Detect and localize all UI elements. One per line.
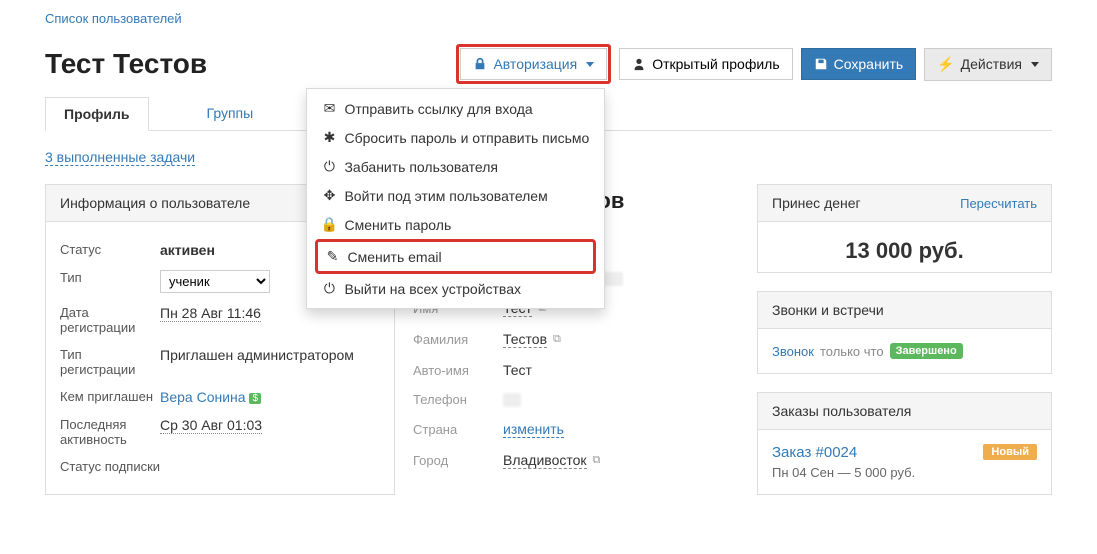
menu-ban-user[interactable]: ⏻ Забанить пользователя xyxy=(307,152,604,181)
header-actions: Авторизация Открытый профиль Сохранить ⚡… xyxy=(456,44,1052,84)
save-button-label: Сохранить xyxy=(834,56,904,72)
open-profile-button[interactable]: Открытый профиль xyxy=(619,48,792,80)
envelope-icon: ✉ xyxy=(322,100,336,117)
lock-icon: 🔒 xyxy=(322,216,336,233)
menu-change-password[interactable]: 🔒 Сменить пароль xyxy=(307,210,604,239)
label-phone: Телефон xyxy=(413,392,503,407)
invited-by-link[interactable]: Вера Сонина xyxy=(160,389,246,405)
new-badge: Новый xyxy=(983,444,1037,460)
edit-icon: ✎ xyxy=(325,248,339,265)
power-icon: ⏻ xyxy=(322,280,336,297)
chevron-down-icon xyxy=(586,62,594,67)
calls-header: Звонки и встречи xyxy=(758,292,1051,329)
auth-button-label: Авторизация xyxy=(493,56,577,72)
menu-logout-all[interactable]: ⏻ Выйти на всех устройствах xyxy=(307,274,604,303)
label-invited-by: Кем приглашен xyxy=(60,389,160,405)
status-badge: Завершено xyxy=(890,343,963,359)
auth-dropdown-button[interactable]: Авторизация xyxy=(460,48,607,80)
order-detail: Пн 04 Сен — 5 000 руб. xyxy=(772,465,915,480)
menu-label: Сменить email xyxy=(347,249,441,265)
label-status: Статус xyxy=(60,242,160,258)
money-badge-icon: $ xyxy=(249,393,261,404)
label-type: Тип xyxy=(60,270,160,293)
auth-dropdown-menu: ✉ Отправить ссылку для входа ✱ Сбросить … xyxy=(306,88,605,309)
menu-label: Войти под этим пользователем xyxy=(344,188,547,204)
menu-label: Выйти на всех устройствах xyxy=(344,281,521,297)
chevron-down-icon xyxy=(1031,62,1039,67)
menu-label: Отправить ссылку для входа xyxy=(344,101,532,117)
change-country-link[interactable]: изменить xyxy=(503,421,564,438)
actions-dropdown-button[interactable]: ⚡ Действия xyxy=(924,48,1052,81)
tab-profile[interactable]: Профиль xyxy=(45,97,149,131)
menu-label: Сменить пароль xyxy=(344,217,451,233)
value-last-name[interactable]: Тестов xyxy=(503,331,547,348)
users-list-link[interactable]: Список пользователей xyxy=(45,11,182,26)
label-last-name: Фамилия xyxy=(413,332,503,347)
menu-send-login-link[interactable]: ✉ Отправить ссылку для входа xyxy=(307,94,604,123)
lock-icon xyxy=(473,57,487,71)
value-reg-date: Пн 28 Авг 11:46 xyxy=(160,305,261,322)
value-city[interactable]: Владивосток xyxy=(503,452,587,469)
highlight-auth-button: Авторизация xyxy=(456,44,611,84)
label-reg-date: Дата регистрации xyxy=(60,305,160,335)
completed-tasks-link[interactable]: 3 выполненные задачи xyxy=(45,149,195,166)
label-sub-status: Статус подписки xyxy=(60,459,380,474)
recalculate-link[interactable]: Пересчитать xyxy=(960,196,1037,211)
copy-icon[interactable]: ⧉ xyxy=(593,454,601,467)
order-link[interactable]: Заказ #0024 xyxy=(772,444,857,461)
menu-label: Забанить пользователя xyxy=(344,159,498,175)
label-city: Город xyxy=(413,453,503,468)
value-auto-name: Тест xyxy=(503,362,532,378)
person-icon xyxy=(632,57,646,71)
tab-groups[interactable]: Группы xyxy=(189,97,272,131)
power-icon: ⏻ xyxy=(322,158,336,175)
move-icon: ✥ xyxy=(322,187,336,204)
highlight-change-email: ✎ Сменить email xyxy=(315,239,596,274)
menu-reset-password[interactable]: ✱ Сбросить пароль и отправить письмо xyxy=(307,123,604,152)
call-link[interactable]: Звонок xyxy=(772,344,814,359)
asterisk-icon: ✱ xyxy=(322,129,336,146)
label-reg-type: Тип регистрации xyxy=(60,347,160,377)
label-auto-name: Авто-имя xyxy=(413,363,503,378)
calls-panel: Звонки и встречи Звонок только что Завер… xyxy=(757,291,1052,374)
orders-header: Заказы пользователя xyxy=(758,393,1051,430)
orders-panel: Заказы пользователя Заказ #0024 Пн 04 Се… xyxy=(757,392,1052,495)
menu-label: Сбросить пароль и отправить письмо xyxy=(344,130,589,146)
label-last-activity: Последняя активность xyxy=(60,417,160,447)
label-country: Страна xyxy=(413,422,503,437)
save-button[interactable]: Сохранить xyxy=(801,48,917,80)
money-amount: 13 000 руб. xyxy=(758,222,1051,272)
copy-icon[interactable]: ⧉ xyxy=(553,333,561,346)
page-title: Тест Тестов xyxy=(45,48,207,80)
call-time: только что xyxy=(820,344,884,359)
user-type-select[interactable]: ученик xyxy=(160,270,270,293)
actions-button-label: Действия xyxy=(961,56,1022,72)
save-icon xyxy=(814,57,828,71)
menu-login-as-user[interactable]: ✥ Войти под этим пользователем xyxy=(307,181,604,210)
money-header: Принес денег xyxy=(772,195,861,211)
value-last-activity: Ср 30 Авг 01:03 xyxy=(160,417,262,434)
lightning-icon: ⚡ xyxy=(937,56,954,73)
money-panel: Принес денег Пересчитать 13 000 руб. xyxy=(757,184,1052,273)
open-profile-label: Открытый профиль xyxy=(652,56,779,72)
value-reg-type: Приглашен администратором xyxy=(160,347,380,377)
menu-change-email[interactable]: ✎ Сменить email xyxy=(318,242,593,271)
blurred-phone xyxy=(503,393,521,407)
